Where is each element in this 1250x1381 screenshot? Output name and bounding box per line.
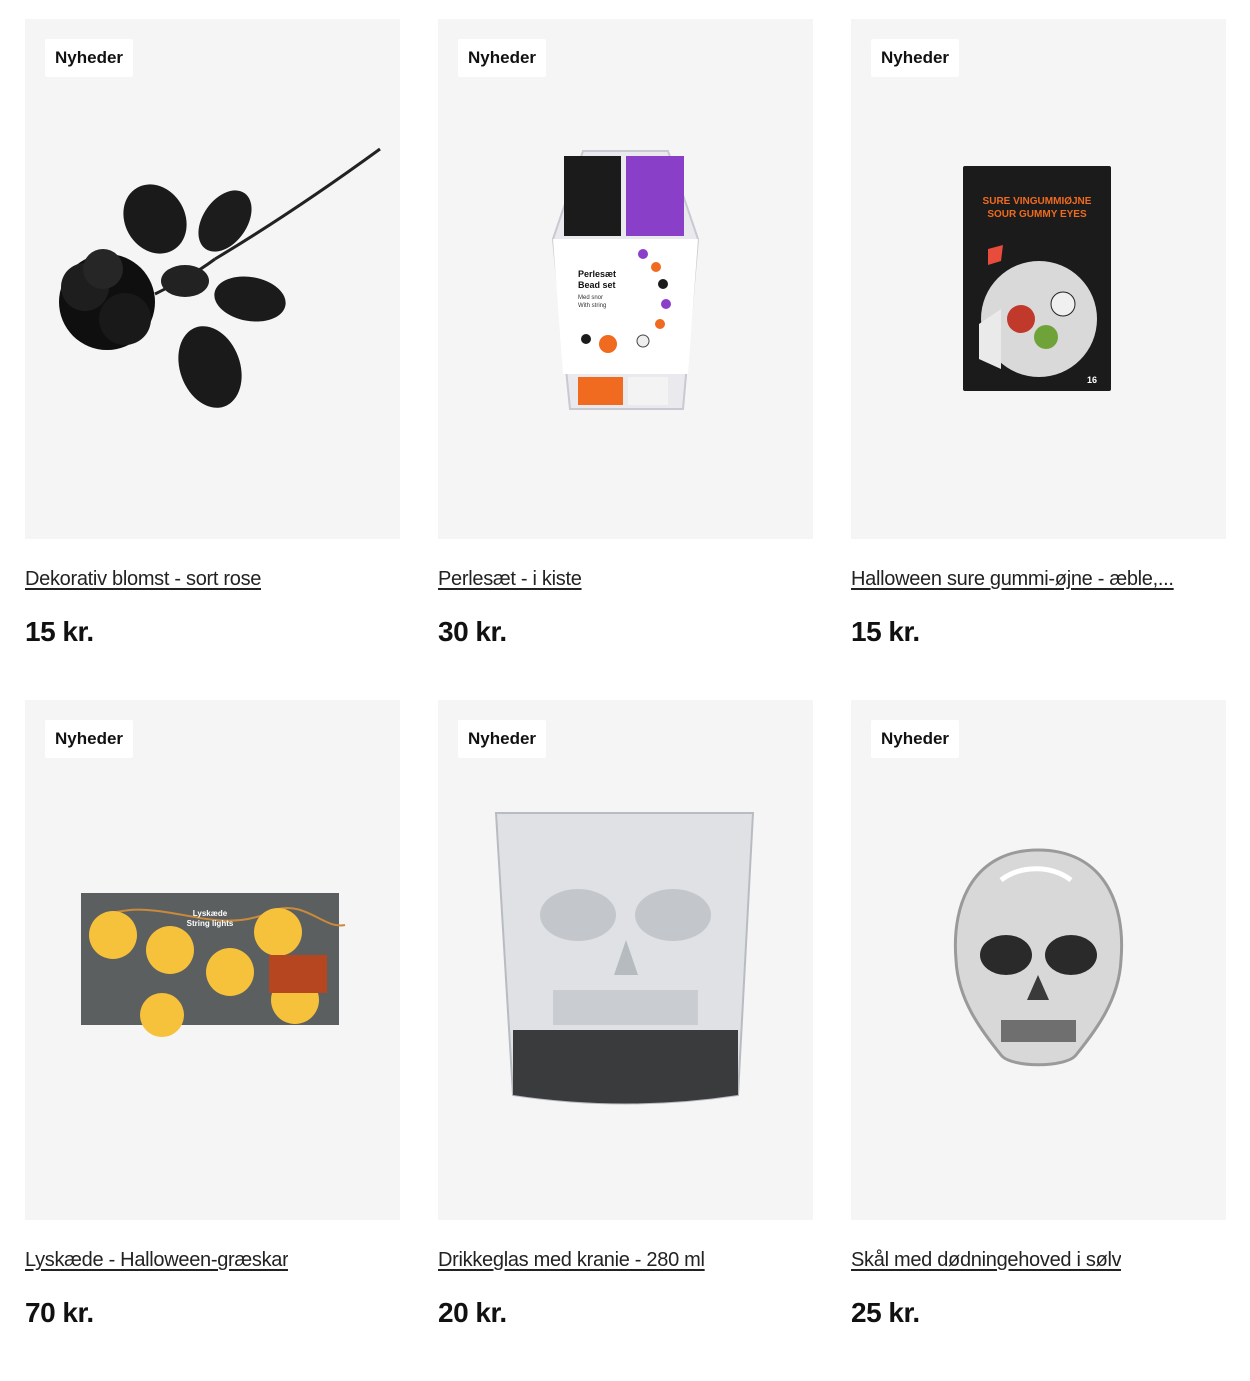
product-price: 30 kr. [438,616,507,647]
new-badge: Nyheder [458,720,547,758]
silver-skull-bowl-image [953,848,1124,1067]
product-price: 20 kr. [438,1297,507,1328]
skull-glass-image [494,812,755,1105]
package-line2: Bead set [578,280,616,290]
new-badge: Nyheder [45,39,134,77]
product-title-link[interactable]: Skål med dødningehoved i sølv [851,1249,1121,1272]
new-badge: Nyheder [458,39,547,77]
product-title-link[interactable]: Lyskæde - Halloween-græskar [25,1249,288,1272]
product-title-link[interactable]: Perlesæt - i kiste [438,568,582,591]
new-badge: Nyheder [871,39,960,77]
package-line3: Med snor [578,295,603,301]
product-price: 25 kr. [851,1297,920,1328]
product-image-area[interactable]: Nyheder [25,19,400,539]
package-line1: Perlesæt [578,269,616,279]
product-card[interactable]: Nyheder Dekorativ blomst - sort rose 15 … [25,19,400,700]
product-image-area[interactable]: Nyheder [438,700,813,1220]
product-card[interactable]: Nyheder Skål med dødningehoved i sølv 25… [851,700,1226,1381]
product-price: 15 kr. [851,616,920,647]
product-card[interactable]: Nyheder Drikkeglas med kranie - 280 ml 2… [438,700,813,1381]
package-line4: With string [578,303,606,309]
product-card[interactable]: Perlesæt Bead set Med snor With string N… [438,19,813,700]
black-rose-image [59,147,381,408]
package-line1: SURE VINGUMMIØJNE [983,196,1092,207]
product-image-area[interactable]: Lyskæde String lights Nyheder [25,700,400,1220]
pumpkin-string-lights-image: Lyskæde String lights [81,893,346,1037]
bead-set-coffin-image: Perlesæt Bead set Med snor With string [551,150,700,410]
product-image-area[interactable]: Perlesæt Bead set Med snor With string N… [438,19,813,539]
product-price: 15 kr. [25,616,94,647]
product-price: 70 kr. [25,1297,94,1328]
new-badge: Nyheder [871,720,960,758]
package-line2: SOUR GUMMY EYES [987,209,1087,220]
product-grid: Nyheder Dekorativ blomst - sort rose 15 … [25,19,1226,1381]
new-badge: Nyheder [45,720,134,758]
product-title-link[interactable]: Dekorativ blomst - sort rose [25,568,261,591]
product-image-area[interactable]: SURE VINGUMMIØJNE SOUR GUMMY EYES 16 Nyh… [851,19,1226,539]
product-card[interactable]: Lyskæde String lights Nyheder Lyskæde - … [25,700,400,1381]
package-line2: String lights [187,919,234,928]
package-count: 16 [1087,375,1097,385]
product-card[interactable]: SURE VINGUMMIØJNE SOUR GUMMY EYES 16 Nyh… [851,19,1226,700]
product-title-link[interactable]: Drikkeglas med kranie - 280 ml [438,1249,705,1272]
product-image-area[interactable]: Nyheder [851,700,1226,1220]
package-line1: Lyskæde [193,909,228,918]
product-title-link[interactable]: Halloween sure gummi-øjne - æble,... [851,568,1174,591]
sour-gummy-eyes-image: SURE VINGUMMIØJNE SOUR GUMMY EYES 16 [963,166,1111,391]
